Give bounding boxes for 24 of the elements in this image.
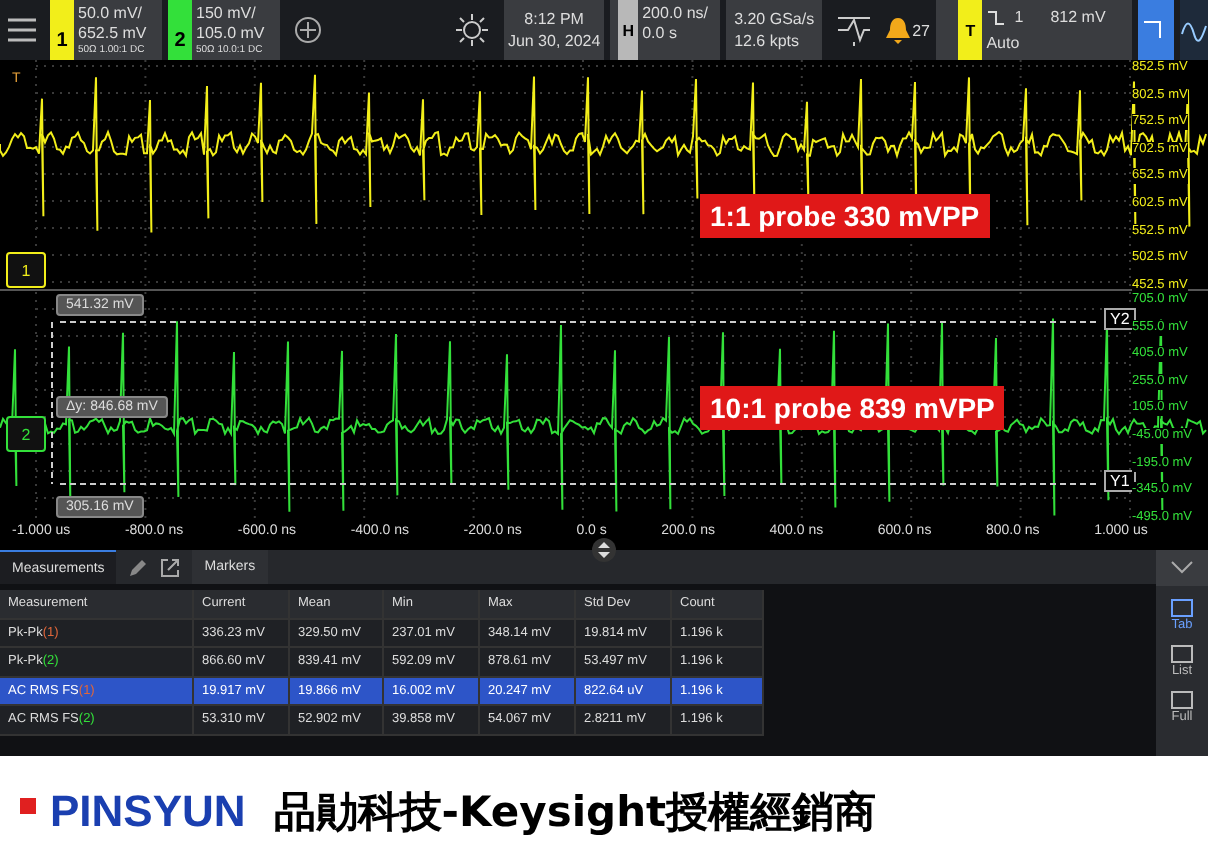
channel-number-tag: 2 bbox=[168, 0, 192, 60]
channel-ground-marker[interactable]: 2 bbox=[6, 416, 46, 452]
channel-number-tag: 1 bbox=[50, 0, 74, 60]
pencil-icon[interactable] bbox=[128, 557, 149, 577]
annotation-label: 10:1 probe 839 mVPP bbox=[700, 386, 1005, 430]
acquisition-settings[interactable]: 3.20 GSa/s 12.6 kpts bbox=[726, 0, 823, 60]
collapse-icon[interactable] bbox=[1156, 550, 1208, 586]
horizontal-settings[interactable]: H 200.0 ns/ 0.0 s bbox=[610, 0, 721, 60]
dealer-tagline: 品勛科技-Keysight授權經銷商 bbox=[273, 785, 877, 839]
bell-icon bbox=[886, 16, 911, 44]
notifications-button[interactable]: 27 bbox=[886, 0, 930, 60]
channel-ground-marker[interactable]: 1 bbox=[6, 252, 46, 288]
annotation-label: 1:1 probe 330 mVPP bbox=[700, 194, 990, 238]
falling-edge-icon bbox=[986, 7, 1007, 28]
clock-display[interactable]: 8:12 PM Jun 30, 2024 bbox=[504, 0, 605, 60]
waveform-icon[interactable] bbox=[1180, 0, 1208, 60]
trigger-badge: T bbox=[958, 0, 983, 60]
horizontal-badge: H bbox=[618, 0, 639, 60]
panel-resize-handle[interactable] bbox=[592, 538, 616, 562]
cursor-tag[interactable]: Y1 bbox=[1104, 470, 1136, 492]
company-logo: PINSYUN bbox=[20, 785, 246, 837]
cursor-tool-icon[interactable] bbox=[1138, 0, 1174, 60]
external-link-icon[interactable] bbox=[160, 557, 181, 577]
trigger-settings[interactable]: T 1 812 mV Auto bbox=[936, 0, 1132, 60]
